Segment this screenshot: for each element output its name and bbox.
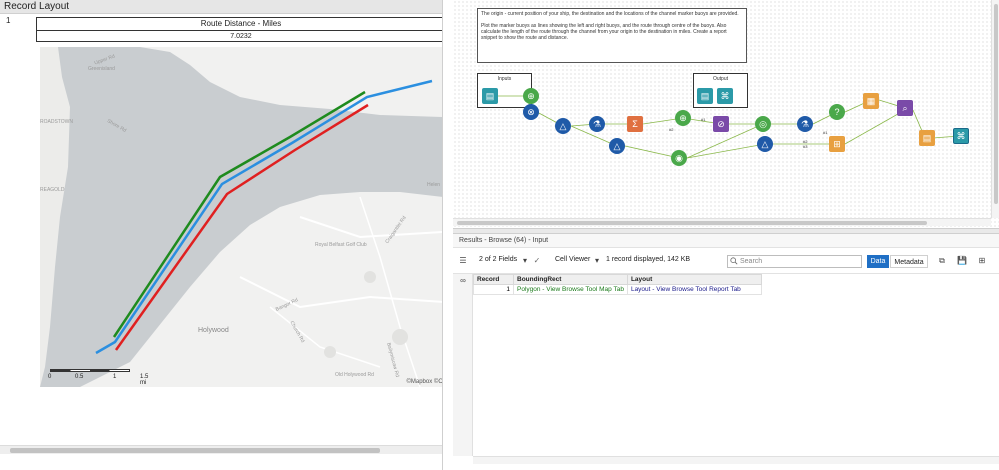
column-header[interactable]: Layout (626, 274, 762, 285)
report-horizontal-scrollbar[interactable] (0, 445, 442, 454)
map-label: Helen (427, 182, 441, 188)
poly-build-tool-icon[interactable]: △ (555, 118, 571, 134)
layout-tool-icon[interactable]: ▦ (863, 93, 879, 109)
report-pane: Record Layout 1 Route Distance - Miles 7… (0, 0, 443, 470)
formula-tool-icon[interactable]: ◎ (755, 116, 771, 132)
chevron-down-icon[interactable]: ▾ (591, 256, 603, 266)
workflow-canvas[interactable]: The origin - current position of your sh… (453, 0, 999, 228)
map-attribution: ©Mapbox ©O (406, 379, 443, 385)
distance-title: Route Distance - Miles (37, 18, 442, 31)
app-window: Record Layout 1 Route Distance - Miles 7… (0, 0, 999, 470)
scroll-thumb[interactable] (457, 221, 927, 225)
route-map[interactable]: Upper Rd Greenisland ROADSTOWN Shore Rd … (40, 47, 443, 387)
search-placeholder: Search (740, 258, 763, 265)
canvas-horizontal-scrollbar[interactable] (453, 218, 991, 226)
browse-output-tool-icon[interactable]: ⌘ (717, 88, 733, 104)
connection-label: #1 (823, 130, 828, 135)
report-table-tool-icon[interactable]: ▤ (919, 130, 935, 146)
scroll-thumb[interactable] (10, 448, 380, 453)
table-header-row: Record BoundingRect Layout (473, 274, 762, 285)
results-horizontal-scrollbar[interactable] (473, 456, 999, 464)
map-canvas (40, 47, 442, 387)
map-label: Greenisland (88, 66, 115, 72)
filter-tool-icon[interactable]: ◉ (671, 150, 687, 166)
help-tool-icon[interactable]: ? (829, 104, 845, 120)
map-label: ROADSTOWN (40, 119, 73, 125)
poly-build-tool-icon[interactable]: △ (609, 138, 625, 154)
record-count: 1 record displayed, 142 KB (606, 256, 691, 263)
results-title: Results - Browse (64) - Input (453, 234, 999, 248)
fields-dropdown[interactable]: 2 of 2 Fields (479, 256, 517, 263)
record-layout-header: Record Layout (0, 0, 442, 14)
join-tool-icon[interactable]: ⊘ (713, 116, 729, 132)
browse-binoculars-icon[interactable]: ∞ (457, 276, 469, 286)
checkmark-icon[interactable]: ✓ (531, 256, 543, 266)
results-toolbar: ☰ 2 of 2 Fields ▾ ✓ Cell Viewer ▾ 1 reco… (453, 250, 999, 274)
scale-tick: 0.5 (75, 374, 84, 380)
output-data-tool-icon[interactable]: ▤ (697, 88, 713, 104)
browse-tool-icon[interactable]: ⌘ (953, 128, 969, 144)
spatial-process-tool-icon[interactable]: ⚗ (589, 116, 605, 132)
map-label: REAGOLD (40, 187, 65, 193)
map-render-tool-icon[interactable]: ⊞ (829, 136, 845, 152)
record-row-number: 1 (6, 16, 11, 25)
map-label: Holywood (198, 327, 229, 334)
layout-cell[interactable]: Layout - View Browse Tool Report Tab (626, 284, 762, 295)
connection-label: #3 (803, 144, 808, 149)
column-list-icon[interactable]: ☰ (457, 256, 469, 266)
metadata-button[interactable]: Metadata (890, 255, 928, 268)
distance-report-table: Route Distance - Miles 7.0232 (36, 17, 442, 42)
map-label: Old Holywood Rd (335, 372, 374, 378)
chevron-down-icon[interactable]: ▾ (519, 256, 531, 266)
find-tool-icon[interactable]: ⌕ (897, 100, 913, 116)
cell-viewer-dropdown[interactable]: Cell Viewer (555, 256, 590, 263)
scale-tick: 1 (113, 374, 117, 380)
scroll-thumb[interactable] (994, 4, 998, 204)
column-header[interactable]: BoundingRect (513, 274, 628, 285)
input-data-tool-icon[interactable]: ▤ (482, 88, 498, 104)
spatial-process-tool-icon[interactable]: ⚗ (797, 116, 813, 132)
canvas-vertical-scrollbar[interactable] (991, 0, 999, 218)
results-pane: Results - Browse (64) - Input ☰ 2 of 2 F… (453, 234, 999, 470)
map-label: Royal Belfast Golf Club (315, 242, 367, 248)
create-points-tool-icon[interactable]: ⊕ (675, 110, 691, 126)
distance-value: 7.0232 (230, 33, 252, 40)
connection-label: #2 (669, 127, 674, 132)
bounding-rect-cell[interactable]: Polygon - View Browse Tool Map Tab (513, 284, 628, 295)
copy-icon[interactable]: ⧉ (936, 256, 948, 266)
data-button[interactable]: Data (867, 255, 889, 268)
search-input[interactable]: Search (727, 255, 862, 268)
results-side-bar: ∞ (453, 274, 473, 456)
scale-tick: 0 (48, 374, 52, 380)
record-cell[interactable]: 1 (473, 284, 514, 295)
connection-label: #1 (701, 117, 706, 122)
search-icon (730, 257, 738, 265)
column-header[interactable]: Record (473, 274, 514, 285)
poly-build-tool-icon[interactable]: △ (757, 136, 773, 152)
map-scale-bar: 0 0.5 1 1.5 mi (48, 369, 148, 386)
create-points-tool-icon[interactable]: ⊕ (523, 88, 539, 104)
options-icon[interactable]: ⊞ (976, 256, 988, 266)
save-icon[interactable]: 💾 (956, 256, 968, 266)
scale-tick: 1.5 mi (140, 374, 149, 386)
results-table: Record BoundingRect Layout 1 Polygon - V… (473, 274, 762, 295)
table-row[interactable]: 1 Polygon - View Browse Tool Map Tab Lay… (473, 284, 762, 295)
select-tool-icon[interactable]: ⊗ (523, 104, 539, 120)
summarize-tool-icon[interactable]: Σ (627, 116, 643, 132)
